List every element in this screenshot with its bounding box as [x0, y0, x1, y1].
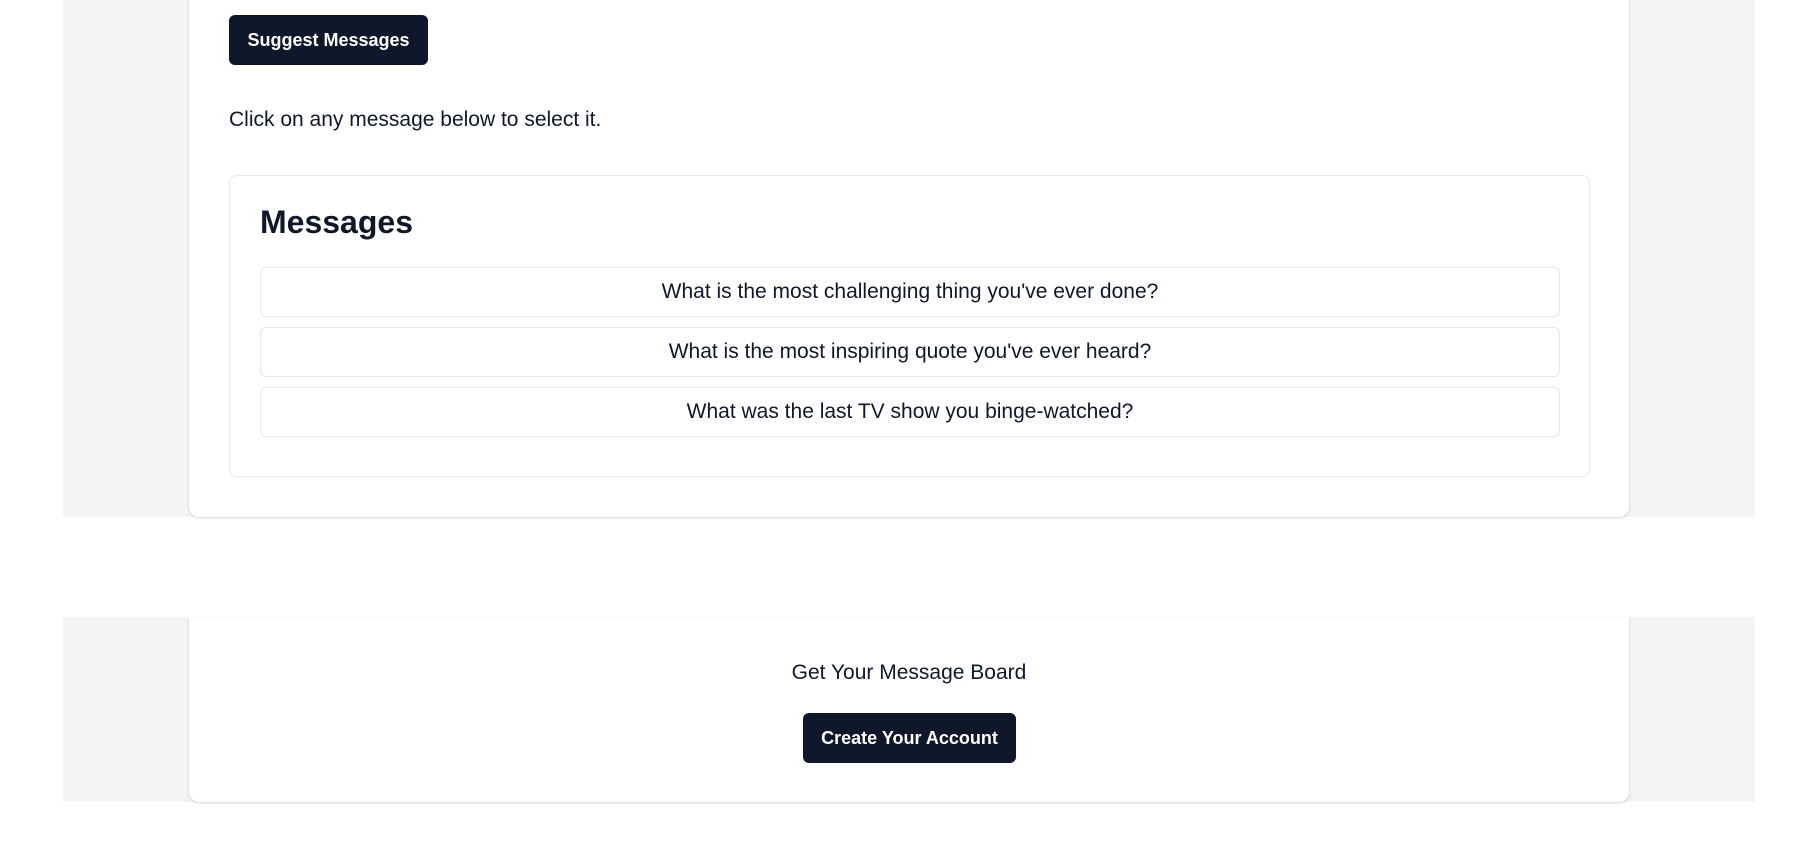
messages-title: Messages: [260, 204, 413, 240]
signup-card: [189, 617, 1629, 802]
messages-panel: Messages What is the most challenging th…: [229, 175, 1590, 477]
create-account-button[interactable]: Create Your Account: [803, 713, 1016, 763]
suggest-messages-button[interactable]: Suggest Messages: [229, 15, 428, 65]
message-option[interactable]: What was the last TV show you binge-watc…: [260, 387, 1560, 437]
message-board-headline: Get Your Message Board: [791, 661, 1027, 684]
select-hint-text: Click on any message below to select it.: [229, 108, 602, 131]
message-option[interactable]: What is the most inspiring quote you've …: [260, 327, 1560, 377]
message-option[interactable]: What is the most challenging thing you'v…: [260, 267, 1560, 317]
